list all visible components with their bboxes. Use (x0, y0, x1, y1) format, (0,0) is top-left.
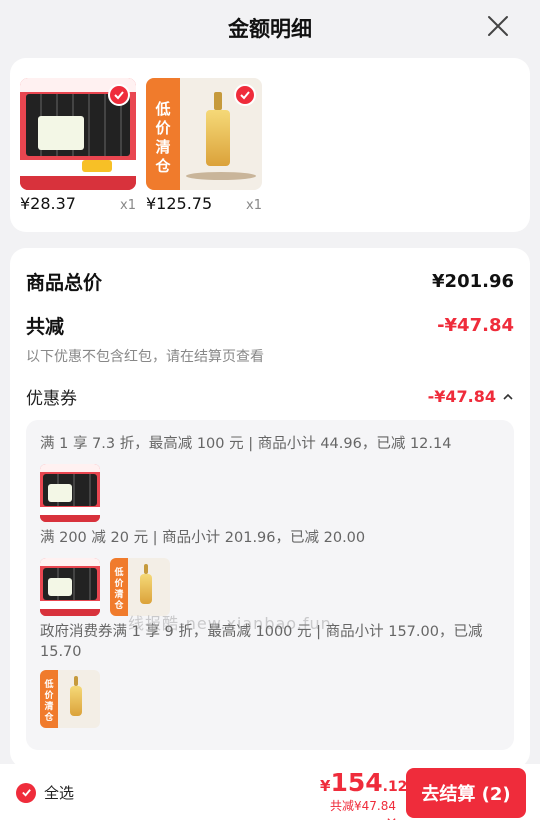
checked-icon[interactable] (16, 782, 36, 803)
goods-total-row: 商品总价 ¥201.96 (26, 268, 514, 295)
coupon-row[interactable]: 优惠券 -¥47.84 (26, 384, 514, 409)
product-image-tissue (20, 78, 136, 190)
coupon-rule: 满 200 减 20 元 | 商品小计 201.96，已减 20.00 (40, 530, 366, 546)
product-thumb-serum: 低价清仓 (110, 558, 170, 616)
header: 金额明细 (0, 0, 540, 56)
discount-value: -¥47.84 (437, 315, 514, 336)
close-icon[interactable] (486, 14, 510, 38)
total-decimal: .12 (382, 779, 408, 795)
discount-row: 共减 -¥47.84 (26, 312, 514, 339)
discount-note: 以下优惠不包含红包，请在结算页查看 (26, 349, 264, 365)
select-all-toggle[interactable]: 全选 (16, 782, 74, 803)
checked-icon[interactable] (234, 84, 256, 106)
product-item[interactable]: ¥28.37 x1 (20, 78, 140, 213)
product-item[interactable]: 低价清仓 ¥125.75 x1 (146, 78, 266, 213)
product-quantity: x1 (246, 198, 262, 213)
chevron-down-icon[interactable] (387, 816, 396, 820)
currency-symbol: ¥ (320, 777, 331, 795)
select-all-label: 全选 (44, 784, 75, 802)
selected-products-card: ¥28.37 x1 低价清仓 ¥125.75 x1 (10, 58, 530, 232)
coupon-value: -¥47.84 (427, 387, 496, 406)
goods-total-value: ¥201.96 (432, 271, 514, 292)
total-price: ¥154.12 共减¥47.84 (320, 768, 407, 820)
discount-label: 共减 (26, 316, 65, 338)
product-image-serum: 低价清仓 (146, 78, 262, 190)
chevron-up-icon[interactable] (502, 391, 514, 403)
checked-icon[interactable] (108, 84, 130, 106)
product-thumb-tissue (40, 464, 100, 522)
product-quantity: x1 (120, 198, 136, 213)
goods-total-label: 商品总价 (26, 272, 103, 294)
coupon-label: 优惠券 (26, 389, 77, 409)
checkout-bar: 全选 ¥154.12 共减¥47.84 去结算 (2) (0, 764, 540, 820)
total-discount[interactable]: 共减¥47.84 (320, 797, 396, 820)
product-price: ¥125.75 (146, 194, 213, 213)
product-thumb-serum: 低价清仓 (40, 670, 100, 728)
product-thumb-tissue (40, 558, 100, 616)
checkout-button[interactable]: 去结算 (2) (406, 768, 526, 818)
coupon-rule: 满 1 享 7.3 折，最高减 100 元 | 商品小计 44.96，已减 12… (40, 436, 452, 452)
watermark-text: 线报酷-new.xianbao.fun (128, 614, 332, 633)
page-title: 金额明细 (228, 17, 312, 41)
price-details-card: 商品总价 ¥201.96 共减 -¥47.84 以下优惠不包含红包，请在结算页查… (10, 248, 530, 768)
total-integer: 154 (330, 768, 383, 797)
product-price: ¥28.37 (20, 194, 76, 213)
coupon-detail-box: 满 1 享 7.3 折，最高减 100 元 | 商品小计 44.96，已减 12… (26, 420, 514, 750)
